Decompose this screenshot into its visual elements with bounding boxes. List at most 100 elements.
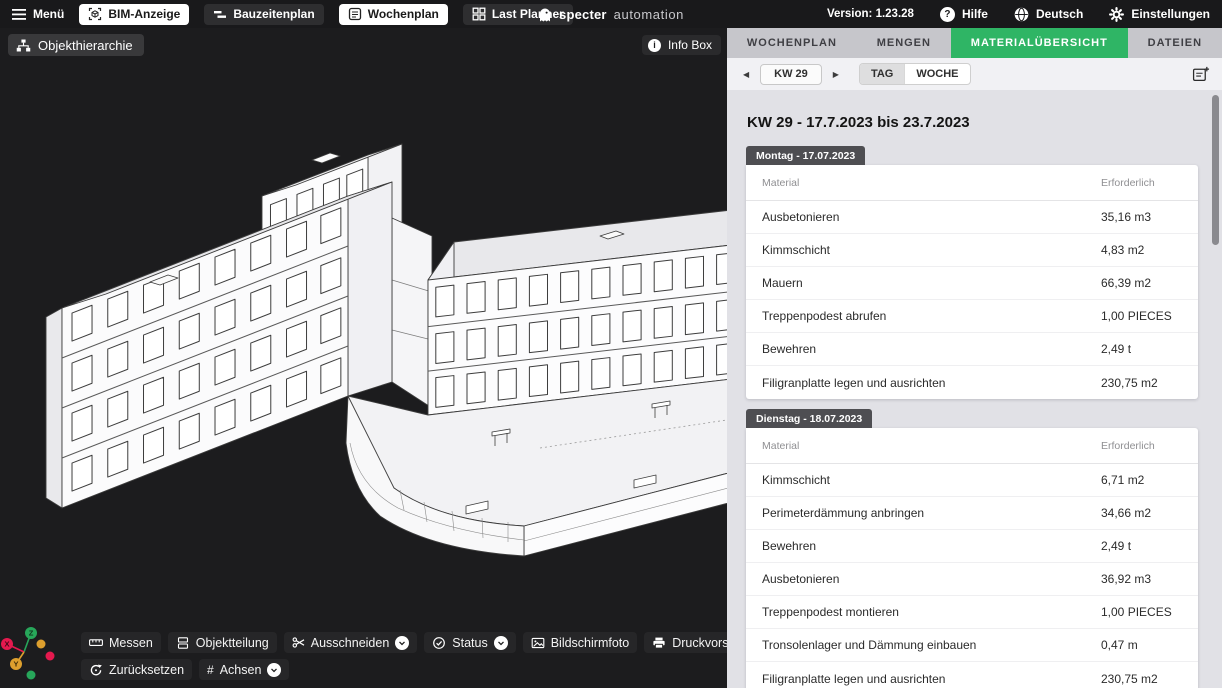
axis-z-label: Z bbox=[29, 629, 34, 638]
toggle-tag[interactable]: TAG bbox=[860, 64, 904, 84]
table-header-row: Material Erforderlich bbox=[746, 165, 1198, 201]
table-row: Ausbetonieren36,92 m3 bbox=[746, 563, 1198, 596]
help-icon: ? bbox=[940, 7, 955, 22]
object-hierarchy-button[interactable]: Objekthierarchie bbox=[8, 34, 144, 56]
table-row: Filigranplatte legen und ausrichten230,7… bbox=[746, 366, 1198, 399]
status-dropdown-toggle[interactable] bbox=[494, 636, 508, 650]
help-button[interactable]: ? Hilfe bbox=[940, 7, 988, 22]
gear-icon bbox=[1109, 7, 1124, 22]
viewer-toolbar: Messen Objektteilung Ausschneiden bbox=[81, 632, 727, 680]
day-section-tuesday: Dienstag - 18.07.2023 Material Erforderl… bbox=[746, 409, 1198, 688]
measure-button[interactable]: Messen bbox=[81, 632, 161, 653]
status-label: Status bbox=[452, 636, 487, 650]
globe-icon bbox=[1014, 7, 1029, 22]
required-amount: 6,71 m2 bbox=[1101, 473, 1198, 487]
day-badge: Montag - 17.07.2023 bbox=[746, 146, 865, 165]
object-hierarchy-label: Objekthierarchie bbox=[38, 38, 133, 53]
toggle-woche[interactable]: WOCHE bbox=[904, 64, 969, 84]
nav-bauzeitenplan-button[interactable]: Bauzeitenplan bbox=[204, 4, 323, 25]
material-name: Filigranplatte legen und ausrichten bbox=[746, 376, 1101, 390]
reset-view-button[interactable]: Zurücksetzen bbox=[81, 659, 192, 680]
logo-text-bold: specter bbox=[559, 7, 607, 22]
ghost-icon bbox=[538, 6, 552, 23]
cut-button[interactable]: Ausschneiden bbox=[284, 632, 418, 653]
table-row: Mauern66,39 m2 bbox=[746, 267, 1198, 300]
menu-button[interactable]: Menü bbox=[12, 7, 64, 21]
required-amount: 36,92 m3 bbox=[1101, 572, 1198, 586]
column-header-material: Material bbox=[746, 177, 1101, 189]
measure-label: Messen bbox=[109, 636, 153, 650]
image-icon bbox=[531, 636, 545, 650]
table-row: Kimmschicht4,83 m2 bbox=[746, 234, 1198, 267]
nav-wochenplan-button[interactable]: Wochenplan bbox=[339, 4, 448, 25]
weekplan-icon bbox=[348, 7, 362, 21]
required-amount: 230,75 m2 bbox=[1101, 672, 1198, 686]
panel-tab-bar: WOCHENPLAN MENGEN MATERIALÜBERSICHT DATE… bbox=[727, 28, 1222, 58]
info-box-button[interactable]: i Info Box bbox=[642, 35, 721, 55]
table-header-row: Material Erforderlich bbox=[746, 428, 1198, 464]
tab-mengen[interactable]: MENGEN bbox=[857, 28, 951, 58]
add-note-icon bbox=[1192, 66, 1210, 83]
panel-scrollbar[interactable] bbox=[1212, 95, 1219, 245]
material-name: Bewehren bbox=[746, 342, 1101, 356]
material-name: Perimeterdämmung anbringen bbox=[746, 506, 1101, 520]
day-badge: Dienstag - 18.07.2023 bbox=[746, 409, 872, 428]
bim-viewport[interactable]: Objekthierarchie i Info Box Messen Objek… bbox=[0, 28, 727, 688]
material-name: Bewehren bbox=[746, 539, 1101, 553]
screenshot-button[interactable]: Bildschirmfoto bbox=[523, 632, 638, 653]
chevron-down-icon bbox=[496, 638, 506, 648]
nav-bim-anzeige-button[interactable]: BIM-Anzeige bbox=[79, 4, 189, 25]
required-amount: 1,00 PIECES bbox=[1101, 309, 1198, 323]
gantt-icon bbox=[213, 8, 227, 21]
axis-gizmo[interactable]: Z X Y bbox=[0, 622, 58, 686]
nav-wochenplan-label: Wochenplan bbox=[368, 7, 439, 21]
day-section-monday: Montag - 17.07.2023 Material Erforderlic… bbox=[746, 146, 1198, 399]
material-name: Ausbetonieren bbox=[746, 210, 1101, 224]
column-header-required: Erforderlich bbox=[1101, 440, 1198, 452]
status-button[interactable]: Status bbox=[424, 632, 515, 653]
required-amount: 230,75 m2 bbox=[1101, 376, 1198, 390]
print-preview-button[interactable]: Druckvorschau bbox=[644, 632, 727, 653]
add-note-button[interactable] bbox=[1192, 66, 1210, 83]
object-split-button[interactable]: Objektteilung bbox=[168, 632, 277, 653]
nav-bauzeitenplan-label: Bauzeitenplan bbox=[233, 7, 314, 21]
axis-x-label: X bbox=[4, 640, 9, 649]
nav-bim-anzeige-label: BIM-Anzeige bbox=[108, 7, 180, 21]
table-row: Kimmschicht6,71 m2 bbox=[746, 464, 1198, 497]
table-row: Ausbetonieren35,16 m3 bbox=[746, 201, 1198, 234]
table-row: Tronsolenlager und Dämmung einbauen0,47 … bbox=[746, 629, 1198, 662]
version-label: Version: 1.23.28 bbox=[827, 8, 914, 20]
tab-dateien[interactable]: DATEIEN bbox=[1128, 28, 1222, 58]
print-preview-label: Druckvorschau bbox=[672, 636, 727, 650]
settings-button[interactable]: Einstellungen bbox=[1109, 7, 1210, 22]
table-row: Perimeterdämmung anbringen34,66 m2 bbox=[746, 497, 1198, 530]
menu-label: Menü bbox=[33, 7, 64, 21]
tab-wochenplan[interactable]: WOCHENPLAN bbox=[727, 28, 857, 58]
axes-dropdown-toggle[interactable] bbox=[267, 663, 281, 677]
week-select-button[interactable]: KW 29 bbox=[760, 64, 822, 85]
tab-materialuebersicht[interactable]: MATERIALÜBERSICHT bbox=[951, 28, 1128, 58]
material-overview-content: KW 29 - 17.7.2023 bis 23.7.2023 Montag -… bbox=[727, 90, 1222, 688]
material-name: Tronsolenlager und Dämmung einbauen bbox=[746, 638, 1101, 652]
table-row: Treppenpodest abrufen1,00 PIECES bbox=[746, 300, 1198, 333]
cut-dropdown-toggle[interactable] bbox=[395, 636, 409, 650]
next-week-button[interactable]: ▶ bbox=[829, 66, 843, 83]
cut-label: Ausschneiden bbox=[311, 636, 390, 650]
previous-week-button[interactable]: ◀ bbox=[739, 66, 753, 83]
top-bar: Menü BIM-Anzeige Bauzeitenplan Wochenpla… bbox=[0, 0, 1222, 28]
hierarchy-tree-icon bbox=[16, 39, 31, 52]
chevron-down-icon bbox=[269, 665, 279, 675]
day-week-toggle: TAG WOCHE bbox=[859, 63, 971, 85]
info-icon: i bbox=[648, 39, 661, 52]
material-table: Material Erforderlich Kimmschicht6,71 m2… bbox=[746, 428, 1198, 688]
scissors-icon bbox=[292, 636, 305, 649]
required-amount: 4,83 m2 bbox=[1101, 243, 1198, 257]
screenshot-label: Bildschirmfoto bbox=[551, 636, 630, 650]
week-navigation-row: ◀ KW 29 ▶ TAG WOCHE bbox=[727, 58, 1222, 90]
printer-icon bbox=[652, 636, 666, 650]
language-button[interactable]: Deutsch bbox=[1014, 7, 1083, 22]
status-check-icon bbox=[432, 636, 446, 650]
axes-button[interactable]: # Achsen bbox=[199, 659, 289, 680]
material-name: Kimmschicht bbox=[746, 473, 1101, 487]
language-label: Deutsch bbox=[1036, 7, 1083, 21]
